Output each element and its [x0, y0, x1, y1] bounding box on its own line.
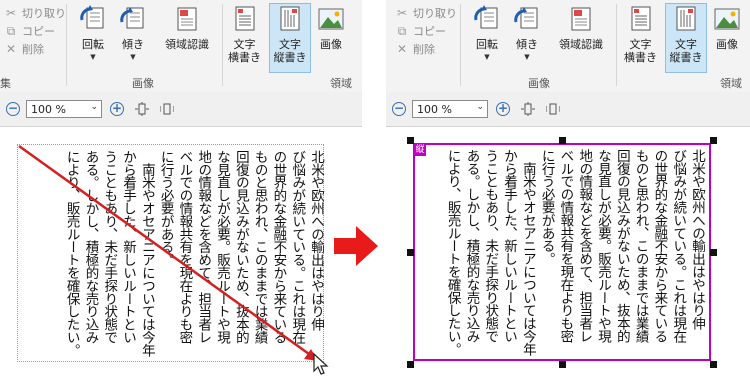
transition-arrow-icon [334, 226, 378, 266]
region-recognition-icon [177, 7, 197, 31]
clipboard-group: ✂ 切り取り ⧉ コピー ✕ 削除 [3, 4, 67, 58]
rotate-icon [80, 5, 104, 29]
edit-group-label: 集 [0, 77, 11, 90]
mouse-cursor-icon [313, 352, 329, 375]
zoom-select[interactable]: 100 % ⌄ [412, 100, 488, 118]
chevron-down-icon: ⌄ [90, 102, 98, 112]
zoom-toolbar: − 100 % ⌄ + [0, 92, 362, 127]
fit-page-icon[interactable] [521, 102, 535, 116]
vertical-text-block[interactable]: 北米や欧州への輸出はやはり伸 び悩みが続いている。これは現在 の世界的な金融不安… [443, 149, 706, 355]
image-group-label: 画像 [132, 77, 154, 90]
skew-button[interactable]: 傾き ▼ [118, 4, 148, 61]
region-recognition-icon [571, 7, 591, 31]
resize-handle[interactable] [407, 361, 414, 368]
horizontal-text-icon [235, 6, 254, 31]
image-icon [318, 8, 344, 30]
vertical-text-icon [676, 6, 696, 31]
zoom-select[interactable]: 100 % ⌄ [26, 100, 102, 118]
resize-handle[interactable] [710, 137, 717, 144]
text-vertical-button[interactable]: 文字 縦書き [269, 3, 311, 73]
group-separator [222, 4, 223, 86]
document-page[interactable]: 縦 北米や欧州への輸出はやはり伸 び悩みが続いている。これは現在 の世界的な金融… [386, 127, 750, 376]
resize-handle[interactable] [407, 137, 414, 144]
resize-handle[interactable] [710, 249, 717, 256]
ribbon: ✂ 切り取り ⧉ コピー ✕ 削除 回転 ▼ 傾き ▼ 領域認識 文字 横書き 文字 縦書き [386, 0, 750, 93]
drag-arrow [18, 144, 318, 361]
region-recognition-button[interactable]: 領域認識 [165, 4, 209, 51]
horizontal-text-icon [631, 6, 650, 31]
chevron-down-icon: ⌄ [476, 102, 484, 112]
skew-icon [120, 7, 144, 29]
delete-x-icon: ✕ [396, 42, 408, 56]
before-panel: ✂ 切り取り ⧉ コピー ✕ 削除 集 回転 ▼ 傾き ▼ 領域認識 文字 横書き 文字 縦書… [0, 0, 362, 376]
fit-page-icon[interactable] [135, 102, 149, 116]
rotate-button[interactable]: 回転 ▼ [472, 4, 502, 61]
scissors-icon: ✂ [396, 6, 408, 20]
fit-width-icon[interactable] [160, 102, 174, 116]
image-region-button[interactable]: 画像 [316, 4, 346, 51]
image-icon [714, 8, 740, 30]
region-group-label: 領域 [330, 77, 352, 90]
cut-button[interactable]: ✂ 切り取り [3, 4, 67, 22]
delete-button[interactable]: ✕ 削除 [394, 40, 458, 58]
vertical-region-badge: 縦 [414, 144, 426, 156]
skew-icon [514, 7, 538, 29]
copy-icon: ⧉ [397, 23, 407, 38]
group-separator [616, 4, 617, 86]
zoom-toolbar: − 100 % ⌄ + [386, 92, 750, 127]
zoom-in-icon[interactable]: + [110, 102, 124, 116]
group-separator [66, 4, 67, 86]
dropdown-arrow-icon: ▼ [90, 53, 96, 61]
region-group-label: 領域 [720, 77, 742, 90]
cut-button[interactable]: ✂ 切り取り [394, 4, 458, 22]
text-horizontal-button[interactable]: 文字 横書き [228, 4, 261, 64]
rotate-icon [474, 5, 498, 29]
dropdown-arrow-icon: ▼ [484, 53, 490, 61]
dropdown-arrow-icon: ▼ [130, 53, 136, 61]
delete-x-icon: ✕ [5, 42, 17, 56]
image-region-button[interactable]: 画像 [712, 4, 742, 51]
copy-button[interactable]: ⧉ コピー [394, 22, 458, 40]
resize-handle[interactable] [559, 361, 566, 368]
region-recognition-button[interactable]: 領域認識 [559, 4, 603, 51]
after-panel: ✂ 切り取り ⧉ コピー ✕ 削除 回転 ▼ 傾き ▼ 領域認識 文字 横書き 文字 縦書き [386, 0, 750, 376]
rotate-button[interactable]: 回転 ▼ [78, 4, 108, 61]
resize-handle[interactable] [407, 249, 414, 256]
copy-icon: ⧉ [6, 23, 16, 38]
resize-handle[interactable] [559, 137, 566, 144]
copy-button[interactable]: ⧉ コピー [3, 22, 67, 40]
resize-handle[interactable] [710, 361, 717, 368]
skew-button[interactable]: 傾き ▼ [512, 4, 542, 61]
zoom-out-icon[interactable]: − [392, 102, 406, 116]
zoom-in-icon[interactable]: + [496, 102, 510, 116]
ribbon: ✂ 切り取り ⧉ コピー ✕ 削除 集 回転 ▼ 傾き ▼ 領域認識 文字 横書き 文字 縦書… [0, 0, 362, 93]
scissors-icon: ✂ [5, 6, 17, 20]
delete-button[interactable]: ✕ 削除 [3, 40, 67, 58]
fit-width-icon[interactable] [546, 102, 560, 116]
text-horizontal-button[interactable]: 文字 横書き [624, 4, 657, 64]
dropdown-arrow-icon: ▼ [524, 53, 530, 61]
vertical-text-icon [280, 6, 300, 31]
text-vertical-button[interactable]: 文字 縦書き [665, 3, 707, 73]
image-group-label: 画像 [528, 77, 550, 90]
document-page[interactable]: 北米や欧州への輸出はやはり伸 び悩みが続いている。これは現在 の世界的な金融不安… [0, 127, 362, 376]
group-separator [460, 4, 461, 86]
zoom-out-icon[interactable]: − [6, 102, 20, 116]
clipboard-group: ✂ 切り取り ⧉ コピー ✕ 削除 [394, 4, 458, 58]
